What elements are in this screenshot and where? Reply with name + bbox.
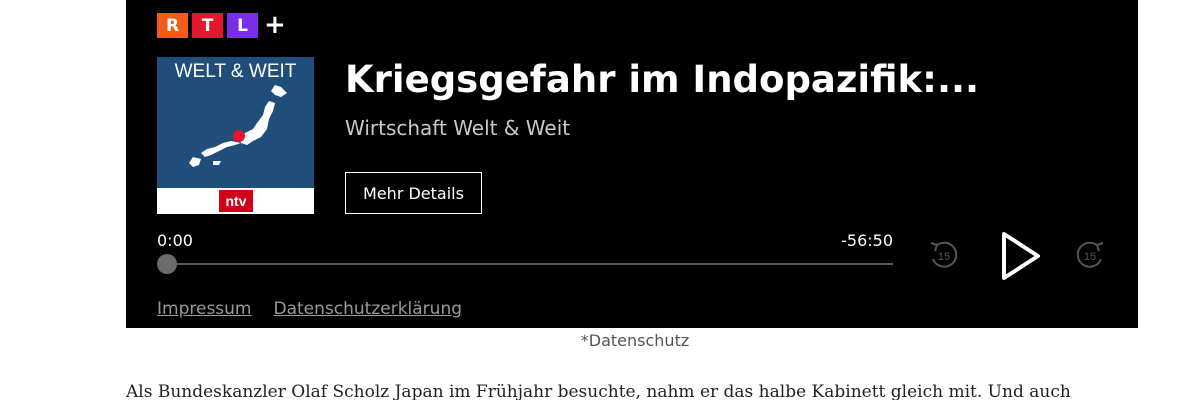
more-details-button[interactable]: Mehr Details <box>345 172 482 214</box>
play-button[interactable] <box>996 228 1046 284</box>
rewind-15-button[interactable]: 15 <box>926 237 962 273</box>
article-paragraph: Als Bundeskanzler Olaf Scholz Japan im F… <box>126 382 1071 400</box>
logo-letter-t: T <box>192 13 223 38</box>
episode-title[interactable]: Kriegsgefahr im Indopazifik:... <box>345 56 1125 104</box>
cover-title-text: WELT & WEIT <box>175 61 297 82</box>
time-elapsed: 0:00 <box>157 231 193 250</box>
time-remaining: -56:50 <box>841 231 893 250</box>
progress-bar[interactable] <box>167 263 893 265</box>
logo-letter-r: R <box>157 13 188 38</box>
impressum-link[interactable]: Impressum <box>157 299 252 319</box>
logo-letter-l: L <box>227 13 258 38</box>
podcast-name[interactable]: Wirtschaft Welt & Weit <box>345 114 570 142</box>
podcast-player: R T L + WELT & WEIT ntv Kriegsgefahr im … <box>126 0 1138 328</box>
forward-seconds-label: 15 <box>1084 251 1096 263</box>
play-icon <box>1002 232 1040 280</box>
ntv-badge-text: ntv <box>226 193 247 209</box>
rewind-seconds-label: 15 <box>938 251 950 263</box>
progress-handle[interactable] <box>157 254 177 274</box>
footer-links: Impressum Datenschutzerklärung <box>157 299 462 319</box>
logo-plus: + <box>264 10 286 40</box>
privacy-policy-link[interactable]: Datenschutzerklärung <box>274 299 463 319</box>
japan-map-icon: WELT & WEIT ntv <box>157 57 314 214</box>
rewind-15-icon: 15 <box>930 241 958 268</box>
forward-15-icon: 15 <box>1076 241 1104 268</box>
podcast-cover-image: WELT & WEIT ntv <box>157 57 314 214</box>
privacy-caption[interactable]: *Datenschutz <box>0 330 1200 352</box>
forward-15-button[interactable]: 15 <box>1072 237 1108 273</box>
rtl-plus-logo[interactable]: R T L + <box>157 10 286 40</box>
